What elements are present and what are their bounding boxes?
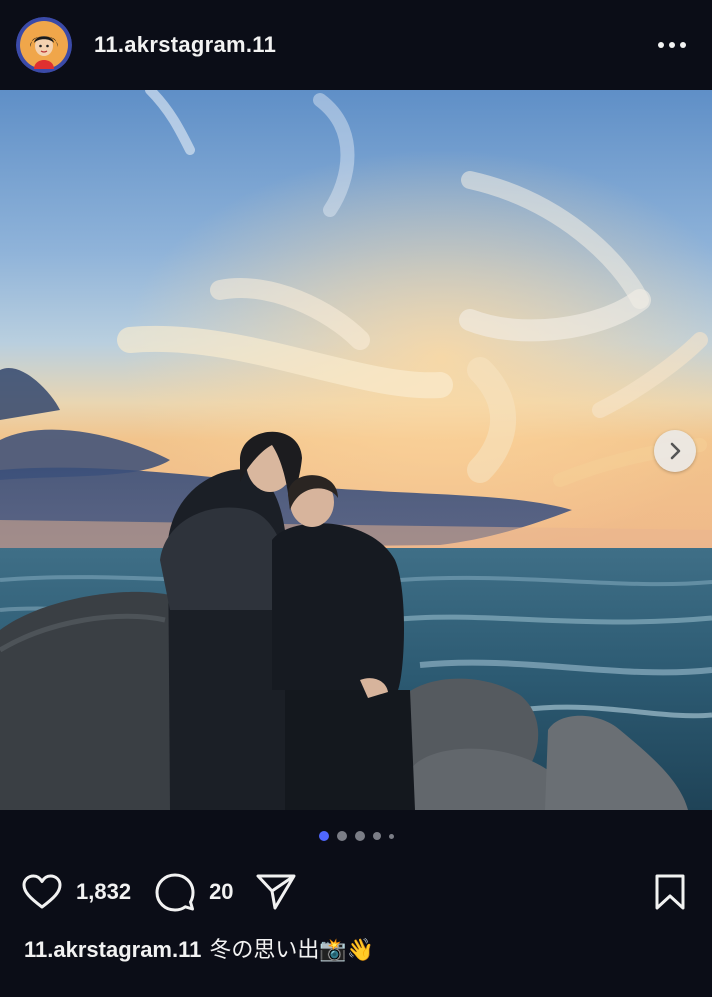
save-button[interactable] [654, 873, 686, 911]
like-count: 1,832 [76, 879, 132, 904]
comment-button[interactable]: 20 [155, 872, 234, 912]
carousel-dot-2 [336, 831, 347, 841]
avatar[interactable] [16, 17, 72, 73]
paper-plane-icon [256, 874, 296, 910]
comment-bubble-icon [155, 873, 195, 912]
share-button[interactable] [256, 873, 296, 911]
chevron-right-icon [670, 442, 681, 460]
post-caption: 11.akrstagram.11 冬の思い出📸👋 [24, 932, 374, 964]
comment-count: 20 [209, 879, 234, 904]
more-horizontal-icon [658, 42, 686, 48]
next-slide-button[interactable] [654, 430, 696, 472]
post-actions: 1,832 20 [0, 866, 712, 918]
carousel-dot-5 [388, 833, 394, 839]
caption-username[interactable]: 11.akrstagram.11 [24, 937, 201, 962]
caption-text: 冬の思い出📸👋 [209, 937, 375, 962]
like-button[interactable]: 1,832 [22, 874, 131, 910]
post-header: 11.akrstagram.11 [0, 0, 712, 90]
post-username[interactable]: 11.akrstagram.11 [94, 32, 276, 58]
post-photo[interactable] [0, 90, 712, 810]
carousel-dot-4 [372, 832, 381, 840]
bookmark-outline-icon [655, 874, 685, 910]
photo-image [0, 90, 712, 810]
carousel-indicator [0, 826, 712, 846]
heart-outline-icon [22, 874, 62, 909]
avatar-illustration [16, 17, 72, 73]
carousel-dot-1 [318, 831, 329, 841]
carousel-dot-3 [354, 831, 365, 841]
more-options-button[interactable] [654, 30, 690, 60]
